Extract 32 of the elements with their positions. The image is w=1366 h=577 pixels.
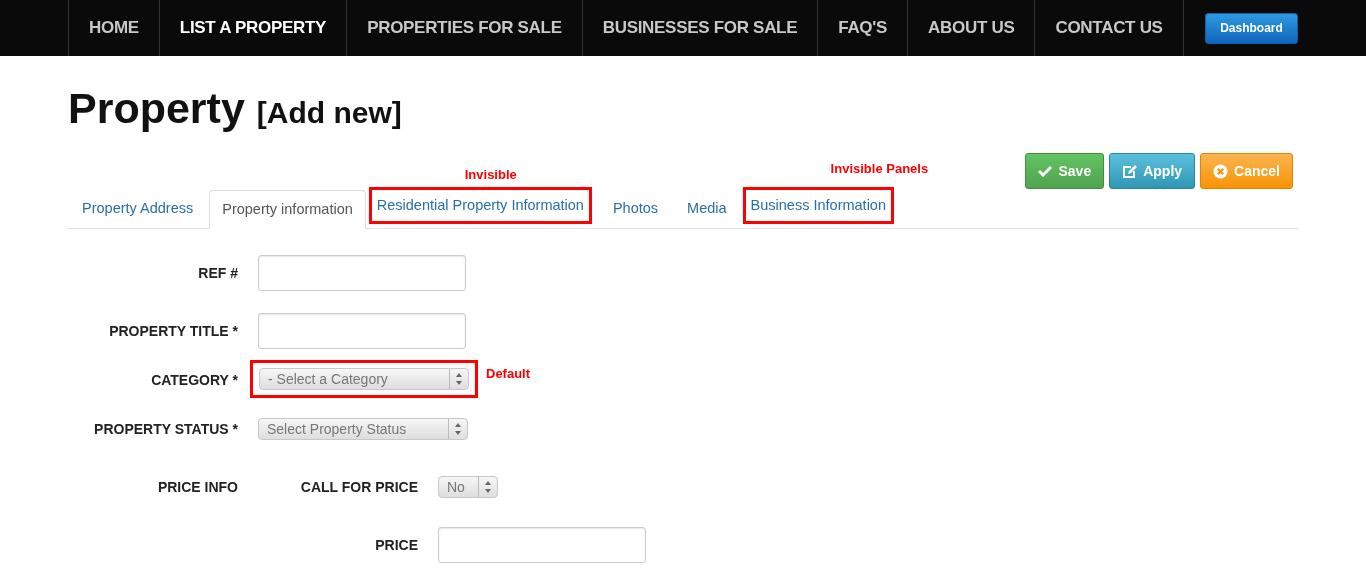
dashboard-button[interactable]: Dashboard <box>1205 12 1298 44</box>
select-field[interactable]: No <box>438 476 498 498</box>
page-title: Property <box>68 84 245 133</box>
annotation-note: Invisible <box>464 167 517 182</box>
nav-link[interactable]: ABOUT US <box>907 0 1035 56</box>
nav-link[interactable]: HOME <box>68 0 159 56</box>
annotation-note: Default <box>486 366 531 381</box>
field-label: CATEGORY * <box>151 372 238 388</box>
tab[interactable]: Property information <box>209 190 366 229</box>
field-label: CALL FOR PRICE <box>299 479 418 495</box>
nav-link[interactable]: BUSINESSES FOR SALE <box>581 0 818 56</box>
nav-link[interactable]: LIST A PROPERTY <box>158 0 347 56</box>
field-label: PROPERTY STATUS * <box>94 421 238 437</box>
nav-link[interactable]: PROPERTIES FOR SALE <box>346 0 582 56</box>
field-label: PROPERTY TITLE * <box>109 323 238 339</box>
page-subtitle: [Add new] <box>256 96 402 130</box>
text-field[interactable] <box>258 255 466 291</box>
check-icon <box>1038 165 1053 177</box>
tab[interactable]: Residential Property Information <box>368 187 592 224</box>
close-circle-icon <box>1213 163 1229 179</box>
nav-link[interactable]: FAQ'S <box>817 0 908 56</box>
tab[interactable]: Business Information <box>742 187 894 224</box>
nav-link[interactable]: CONTACT US <box>1034 0 1184 56</box>
select-field[interactable]: Select Property Status <box>258 418 468 440</box>
text-field[interactable] <box>258 313 466 349</box>
field-label: PRICE INFO <box>157 479 238 495</box>
annotation-note: Invisible Panels <box>830 161 929 176</box>
select-field[interactable]: - Select a Category <box>259 368 469 390</box>
edit-icon <box>1122 163 1138 179</box>
text-field[interactable] <box>438 527 646 563</box>
field-label: PRICE <box>374 537 418 553</box>
field-label: REF # <box>198 265 238 281</box>
